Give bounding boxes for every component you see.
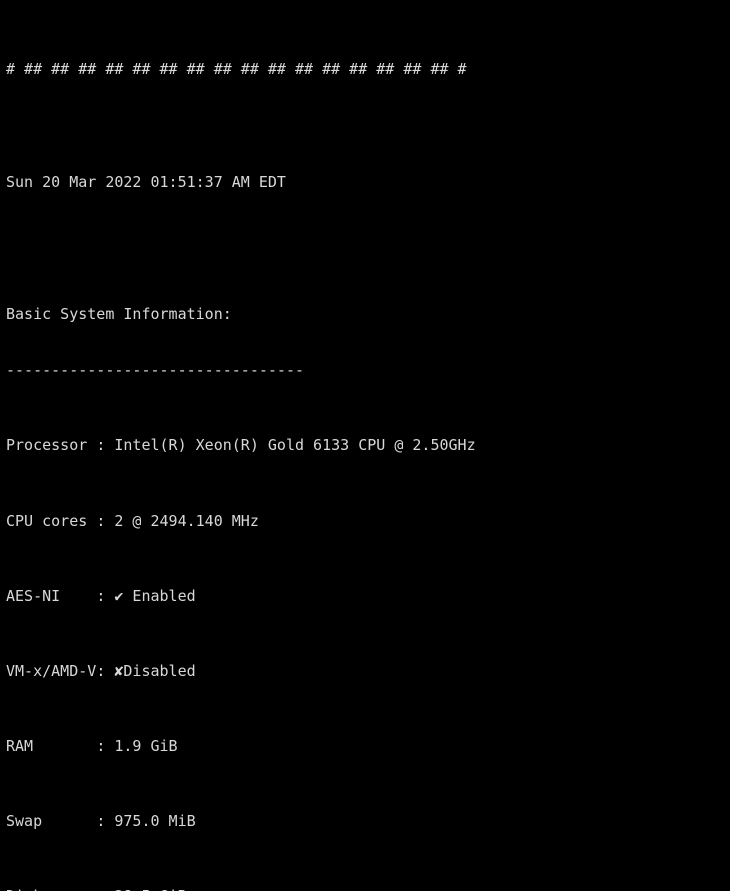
sysinfo-label-aes-ni: AES-NI xyxy=(6,586,97,605)
sysinfo-value-processor: Intel(R) Xeon(R) Gold 6133 CPU @ 2.50GHz xyxy=(114,436,476,455)
sysinfo-sep: : xyxy=(96,812,115,831)
timestamp-line: Sun 20 Mar 2022 01:51:37 AM EDT xyxy=(6,173,286,192)
sysinfo-label-swap: Swap xyxy=(6,812,97,831)
sysinfo-sep: : xyxy=(96,586,115,605)
sysinfo-row-disk: Disk : 28.5 GiB xyxy=(6,887,730,891)
terminal-window[interactable]: # ## ## ## ## ## ## ## ## ## ## ## ## ##… xyxy=(0,0,730,891)
sysinfo-label-disk: Disk xyxy=(6,887,96,891)
sysinfo-value-ram: 1.9 GiB xyxy=(114,737,178,756)
sysinfo-sep: : xyxy=(96,737,115,756)
sysinfo-sep: : xyxy=(96,887,114,891)
sysinfo-row-ram: RAM : 1.9 GiB xyxy=(6,737,730,756)
sysinfo-value-vmx-amdv: Disabled xyxy=(123,661,196,680)
sysinfo-sep: : xyxy=(96,511,115,530)
sysinfo-sep: : xyxy=(96,661,115,680)
sysinfo-value-disk: 28.5 GiB xyxy=(114,887,186,891)
sysinfo-label-processor: Processor xyxy=(6,436,97,455)
sysinfo-sep: : xyxy=(96,436,115,455)
sysinfo-row-processor: Processor : Intel(R) Xeon(R) Gold 6133 C… xyxy=(6,436,730,455)
sysinfo-row-vmx-amdv: VM-x/AMD-V: ✘Disabled xyxy=(6,662,730,681)
basic-system-information-divider: --------------------------------- xyxy=(6,361,305,380)
sysinfo-row-aes-ni: AES-NI : ✔ Enabled xyxy=(6,587,730,606)
sysinfo-value-cpu-cores: 2 @ 2494.140 MHz xyxy=(114,511,259,530)
basic-system-information-heading: Basic System Information: xyxy=(6,304,232,323)
sysinfo-row-swap: Swap : 975.0 MiB xyxy=(6,812,730,831)
sysinfo-label-ram: RAM xyxy=(6,737,97,756)
sysinfo-label-cpu-cores: CPU cores xyxy=(6,511,97,530)
banner-line: # ## ## ## ## ## ## ## ## ## ## ## ## ##… xyxy=(6,60,467,79)
sysinfo-label-vmx-amdv: VM-x/AMD-V xyxy=(6,661,97,680)
sysinfo-row-cpu-cores: CPU cores : 2 @ 2494.140 MHz xyxy=(6,512,730,531)
sysinfo-value-aes-ni: Enabled xyxy=(123,586,196,605)
sysinfo-value-swap: 975.0 MiB xyxy=(114,812,196,831)
